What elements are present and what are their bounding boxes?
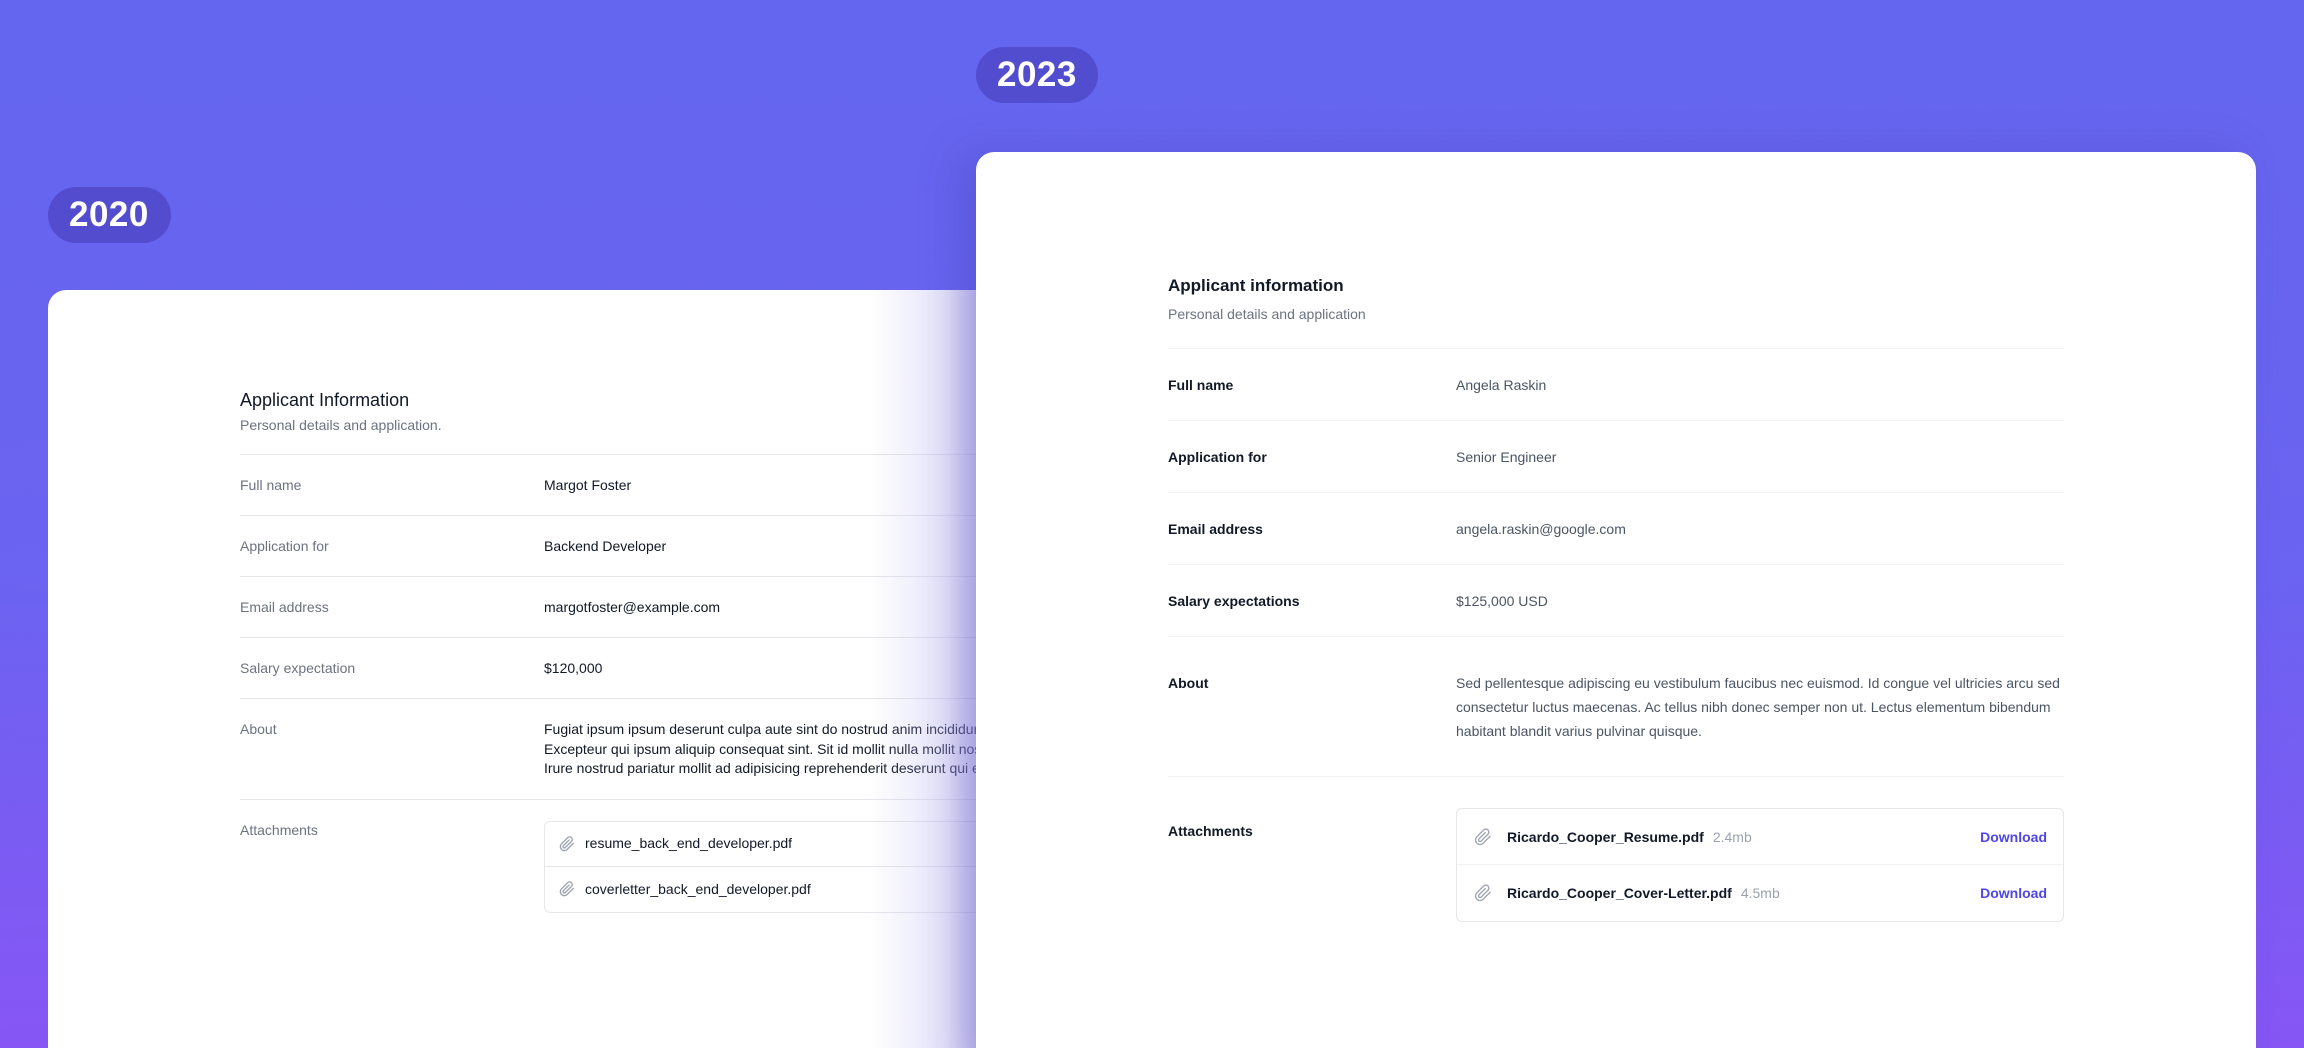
card-subtitle: Personal details and application. (240, 417, 442, 433)
field-label: Attachments (1168, 823, 1253, 839)
paperclip-icon (559, 835, 574, 851)
download-link[interactable]: Download (1980, 884, 2047, 902)
field-row-salary: Salary expectation $120,000 (240, 638, 1058, 699)
attachment-size: 4.5mb (1740, 885, 1780, 901)
field-label: Full name (240, 477, 302, 493)
attachment-name: resume_back_end_developer.pdf (585, 835, 793, 851)
field-value: Angela Raskin (1456, 377, 1547, 393)
field-label: Full name (1168, 377, 1234, 393)
field-value: Sed pellentesque adipiscing eu vestibulu… (1456, 675, 2060, 739)
field-row-application-for: Application for Backend Developer (240, 516, 1058, 577)
card-subtitle: Personal details and application (1168, 306, 1366, 322)
applicant-card-2020: Applicant Information Personal details a… (48, 290, 1058, 1048)
download-link[interactable]: Download (1980, 828, 2047, 846)
field-row-full-name: Full name Angela Raskin (1168, 349, 2064, 421)
attachment-list: Ricardo_Cooper_Resume.pdf 2.4mb Download… (1456, 808, 2064, 922)
field-row-email: Email address angela.raskin@google.com (1168, 493, 2064, 565)
attachment-name: Ricardo_Cooper_Cover-Letter.pdf (1507, 885, 1732, 901)
attachment-size: 2.4mb (1712, 828, 1752, 845)
field-label: Salary expectation (240, 660, 356, 676)
field-label: Application for (1168, 449, 1267, 465)
attachment-name: coverletter_back_end_developer.pdf (585, 880, 811, 897)
applicant-info-2020: Applicant Information Personal details a… (240, 389, 1058, 933)
attachment-name: Ricardo_Cooper_Resume.pdf (1507, 828, 1704, 845)
year-badge-2020: 2020 (48, 187, 171, 243)
field-value: angela.raskin@google.com (1456, 521, 1626, 537)
field-label: Application for (240, 538, 329, 554)
field-label: Email address (1168, 521, 1263, 537)
field-row-email: Email address margotfoster@example.com (240, 577, 1058, 638)
field-row-salary: Salary expectations $125,000 USD (1168, 565, 2064, 637)
field-row-about: About Sed pellentesque adipiscing eu ves… (1168, 637, 2064, 777)
card-title: Applicant information (1168, 276, 1344, 295)
paperclip-icon (1474, 884, 1491, 902)
field-label: Salary expectations (1168, 593, 1300, 609)
field-row-attachments: Attachments resume_back_end_developer.pd… (240, 800, 1058, 933)
details-list: Full name Angela Raskin Application for … (1168, 348, 2064, 922)
field-row-application-for: Application for Senior Engineer (1168, 421, 2064, 493)
attachment-item: Ricardo_Cooper_Resume.pdf 2.4mb Download (1457, 809, 2063, 865)
field-label: About (1168, 675, 1209, 691)
applicant-info-2023: Applicant information Personal details a… (1168, 275, 2064, 922)
field-label: About (240, 721, 277, 737)
field-row-attachments: Attachments Ricardo_Cooper_Resume.pdf 2.… (1168, 777, 2064, 922)
attachment-item: Ricardo_Cooper_Cover-Letter.pdf 4.5mb Do… (1457, 865, 2063, 921)
field-label: Attachments (240, 821, 318, 838)
field-value: $125,000 USD (1456, 593, 1548, 609)
field-label: Email address (240, 599, 329, 615)
field-value: Senior Engineer (1456, 449, 1557, 465)
applicant-card-2023: Applicant information Personal details a… (976, 152, 2256, 1048)
card-title: Applicant Information (240, 390, 410, 410)
paperclip-icon (559, 881, 574, 897)
details-list: Full name Margot Foster Application for … (240, 454, 1058, 933)
year-badge-2023: 2023 (976, 47, 1098, 103)
field-row-about: About Fugiat ipsum ipsum deserunt culpa … (240, 699, 1058, 800)
paperclip-icon (1474, 827, 1491, 845)
field-row-full-name: Full name Margot Foster (240, 455, 1058, 516)
